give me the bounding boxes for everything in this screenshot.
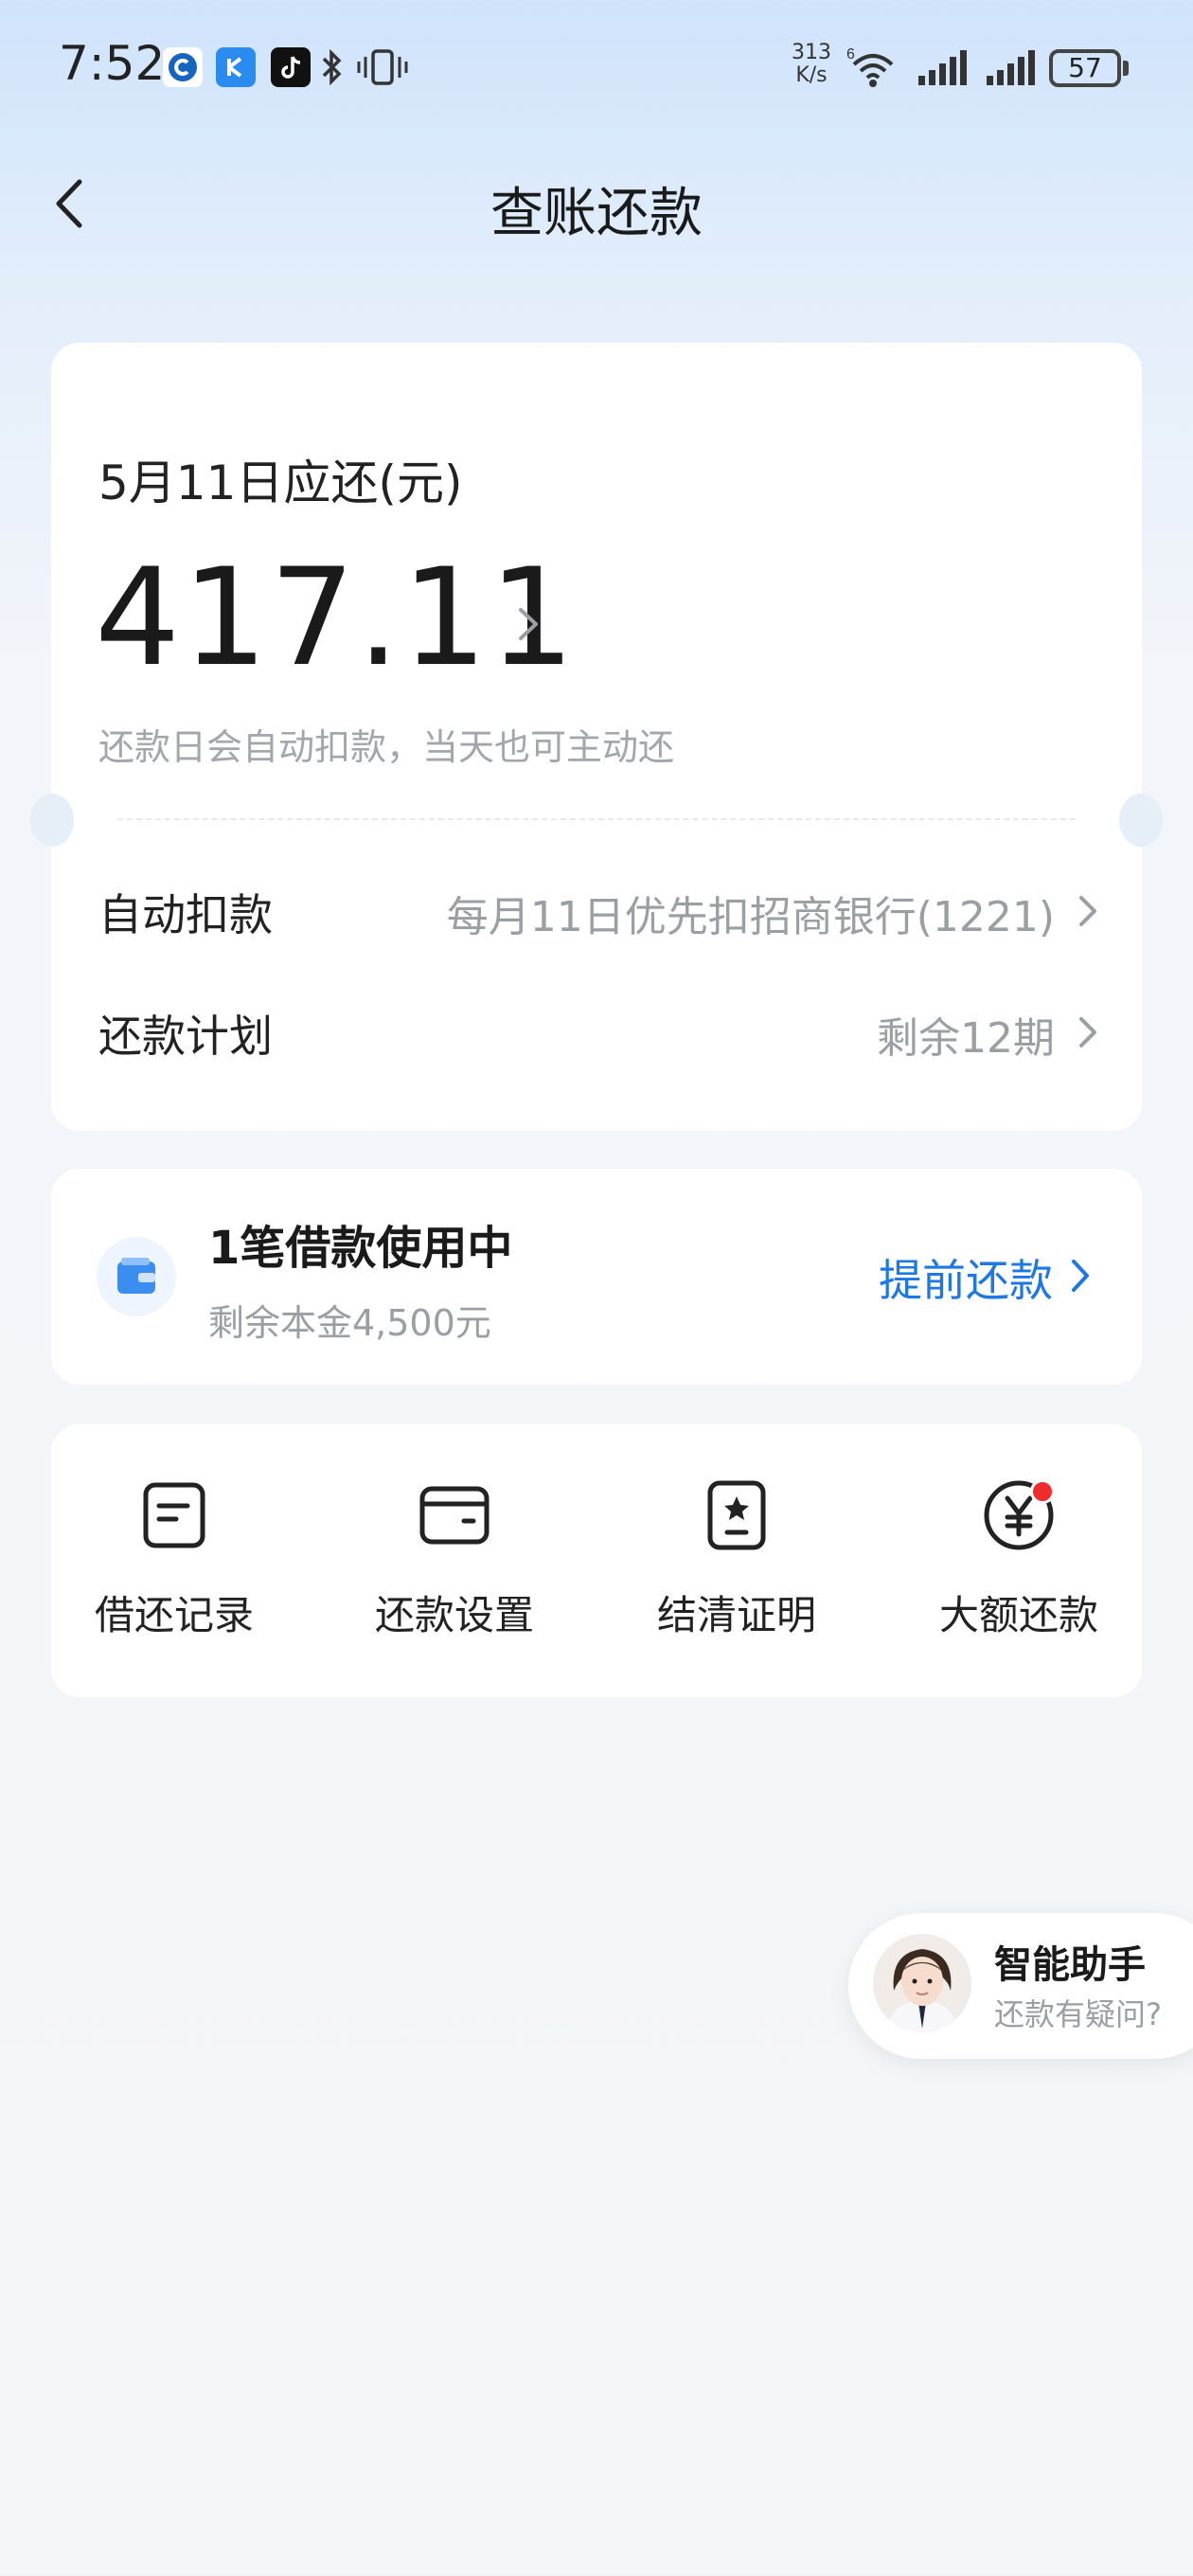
page-title: 查账还款 — [490, 183, 703, 244]
repayment-plan-value: 剩余12期 — [877, 1014, 1055, 1063]
status-time: 7:52 — [59, 36, 166, 91]
prepay-button[interactable]: 提前还款 — [879, 1246, 1102, 1309]
assistant-title: 智能助手 — [994, 1943, 1146, 1987]
due-amount[interactable]: 417.11 — [95, 540, 577, 696]
certificate-icon — [699, 1477, 775, 1553]
yuan-icon — [981, 1477, 1057, 1553]
assistant-avatar[interactable] — [873, 1934, 971, 2032]
wifi-icon: 6 — [845, 44, 901, 89]
auto-debit-value: 每月11日优先扣招商银行(1221) — [446, 893, 1055, 941]
auto-debit-label: 自动扣款 — [98, 889, 273, 940]
auto-debit-row[interactable]: 自动扣款 每月11日优先扣招商银行(1221) — [98, 881, 1102, 947]
tiktok-icon — [271, 47, 311, 87]
repayment-plan-label: 还款计划 — [98, 1011, 273, 1062]
bluetooth-icon — [320, 47, 345, 87]
tool-label: 结清证明 — [656, 1592, 816, 1638]
card-icon — [417, 1477, 492, 1553]
loan-title: 1笔借款使用中 — [208, 1222, 513, 1275]
card-notch-left — [30, 794, 74, 847]
tool-label: 大额还款 — [938, 1592, 1098, 1638]
divider — [117, 818, 1076, 820]
chevron-right-icon — [1076, 892, 1102, 930]
tool-repay-settings[interactable]: 还款设置 — [350, 1477, 559, 1641]
prepay-label: 提前还款 — [879, 1255, 1053, 1306]
tool-large-repay[interactable]: 大额还款 — [915, 1477, 1123, 1641]
tool-settlement-cert[interactable]: 结清证明 — [632, 1477, 841, 1641]
net-speed: 313 K/s — [792, 41, 831, 87]
signal-icon-2 — [985, 49, 1036, 87]
vibrate-icon — [356, 47, 409, 87]
tool-records[interactable]: 借还记录 — [70, 1477, 278, 1641]
amount-chevron-icon[interactable] — [515, 602, 542, 646]
auto-debit-hint: 还款日会自动扣款，当天也可主动还 — [98, 726, 675, 768]
wallet-icon — [97, 1237, 176, 1316]
due-date-label: 5月11日应还(元) — [98, 456, 463, 510]
svg-text:6: 6 — [846, 46, 855, 63]
record-icon — [136, 1477, 212, 1553]
assistant-subtitle: 还款有疑问? — [994, 1996, 1162, 2032]
app-icon-c — [163, 47, 203, 87]
battery-tip — [1123, 61, 1129, 76]
signal-icon — [917, 49, 968, 87]
battery-indicator: 57 — [1049, 49, 1121, 87]
tool-label: 借还记录 — [94, 1592, 254, 1638]
card-notch-right — [1119, 794, 1163, 847]
app-icon-k — [216, 47, 256, 87]
tool-label: 还款设置 — [374, 1592, 534, 1638]
chevron-right-icon — [1076, 1013, 1102, 1051]
remaining-principal: 剩余本金4,500元 — [208, 1302, 491, 1344]
notification-dot — [1030, 1479, 1055, 1504]
repayment-plan-row[interactable]: 还款计划 剩余12期 — [98, 1002, 1102, 1068]
chevron-right-icon — [1068, 1256, 1095, 1299]
